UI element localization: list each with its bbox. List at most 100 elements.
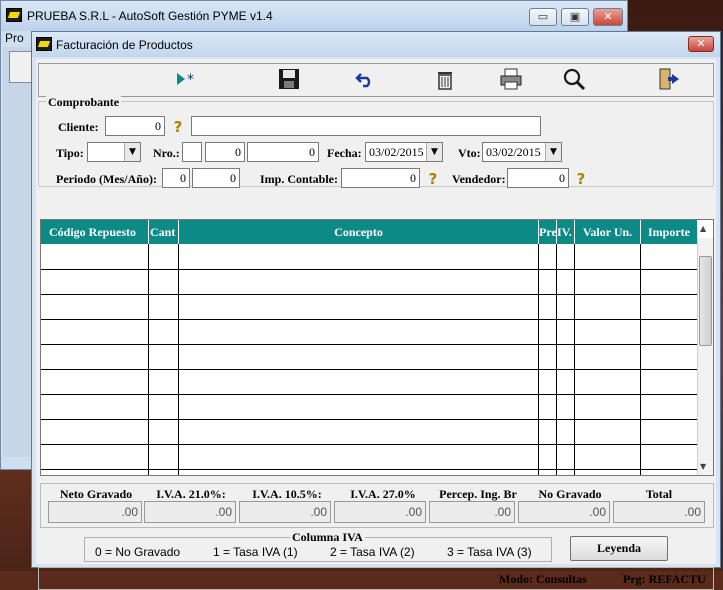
cliente-code-input[interactable]: 0 bbox=[105, 116, 165, 136]
chevron-down-icon[interactable]: ▼ bbox=[124, 143, 140, 161]
iva-item-0: 0 = No Gravado bbox=[95, 545, 181, 559]
col-divider bbox=[574, 244, 575, 475]
vto-value: 03/02/2015 bbox=[486, 145, 541, 159]
col-header-iv[interactable]: IV. bbox=[557, 220, 575, 244]
tipo-label: Tipo: bbox=[56, 146, 84, 160]
table-row[interactable] bbox=[41, 444, 698, 445]
table-row[interactable] bbox=[41, 319, 698, 320]
iva-105-value: .00 bbox=[239, 501, 331, 523]
imp-contable-help-icon[interactable]: ? bbox=[424, 168, 442, 188]
neto-gravado-value: .00 bbox=[48, 501, 142, 523]
app-logo-icon bbox=[6, 8, 22, 22]
col-divider bbox=[640, 244, 641, 475]
facturacion-window: Facturación de Productos ✕ * Comprobante… bbox=[31, 31, 721, 590]
fecha-select[interactable]: 03/02/2015 ▼ bbox=[365, 142, 443, 162]
col-divider bbox=[178, 244, 179, 475]
parent-menu-item[interactable]: Pro bbox=[5, 31, 24, 45]
col-header-valor-un[interactable]: Valor Un. bbox=[575, 220, 641, 244]
parent-tool-icon[interactable] bbox=[9, 51, 33, 83]
vto-label: Vto: bbox=[458, 146, 481, 160]
periodo-anio-input[interactable]: 0 bbox=[192, 168, 240, 188]
parent-title-bar: PRUEBA S.R.L - AutoSoft Gestión PYME v1.… bbox=[1, 1, 627, 31]
parent-sidebar bbox=[3, 47, 31, 457]
iva-27-label: I.V.A. 27.0% bbox=[350, 487, 416, 501]
status-modo: Modo: Consultas bbox=[499, 572, 587, 586]
table-row[interactable] bbox=[41, 344, 698, 345]
table-row[interactable] bbox=[41, 419, 698, 420]
parent-title: PRUEBA S.R.L - AutoSoft Gestión PYME v1.… bbox=[27, 9, 273, 23]
col-header-importe[interactable]: Importe bbox=[641, 220, 698, 244]
scroll-down-icon[interactable]: ▼ bbox=[700, 462, 706, 471]
total-value: .00 bbox=[613, 501, 705, 523]
iva-item-3: 3 = Tasa IVA (3) bbox=[447, 545, 532, 559]
col-header-pre[interactable]: Pre bbox=[539, 220, 557, 244]
nro-letter-input[interactable] bbox=[182, 142, 202, 162]
imp-contable-label: Imp. Contable: bbox=[260, 172, 339, 186]
save-icon[interactable] bbox=[275, 67, 303, 93]
nro-pv-input[interactable]: 0 bbox=[205, 142, 245, 162]
fecha-label: Fecha: bbox=[327, 146, 362, 160]
minimize-button[interactable]: ▭ bbox=[529, 8, 557, 26]
exit-icon[interactable] bbox=[655, 67, 683, 93]
table-row[interactable] bbox=[41, 394, 698, 395]
col-header-cant[interactable]: Cant bbox=[149, 220, 179, 244]
iva-21-value: .00 bbox=[144, 501, 236, 523]
nro-label: Nro.: bbox=[153, 146, 180, 160]
delete-icon[interactable] bbox=[431, 67, 459, 93]
restore-button[interactable]: ▣ bbox=[561, 8, 589, 26]
leyenda-button[interactable]: Leyenda bbox=[570, 536, 668, 561]
new-icon[interactable]: * bbox=[173, 67, 201, 93]
items-grid[interactable]: Código Repuesto Cant Concepto Pre IV. Va… bbox=[40, 219, 714, 476]
iva-item-1: 1 = Tasa IVA (1) bbox=[213, 545, 298, 559]
col-header-concepto[interactable]: Concepto bbox=[179, 220, 539, 244]
iva-21-label: I.V.A. 21.0%: bbox=[156, 487, 226, 501]
cliente-help-icon[interactable]: ? bbox=[169, 116, 187, 136]
table-row[interactable] bbox=[41, 469, 698, 470]
parent-close-button[interactable]: ✕ bbox=[593, 8, 623, 26]
col-divider bbox=[148, 244, 149, 475]
status-bar: Modo: Consultas Prg: REFACTU bbox=[38, 567, 714, 590]
no-gravado-value: .00 bbox=[518, 501, 610, 523]
scroll-thumb[interactable] bbox=[699, 256, 712, 346]
window-title-bar: Facturación de Productos ✕ bbox=[32, 32, 720, 57]
col-divider bbox=[556, 244, 557, 475]
imp-contable-input[interactable]: 0 bbox=[341, 168, 420, 188]
comprobante-legend: Comprobante bbox=[46, 95, 122, 110]
iva-105-label: I.V.A. 10.5%: bbox=[252, 487, 322, 501]
periodo-mes-input[interactable]: 0 bbox=[162, 168, 190, 188]
fecha-value: 03/02/2015 bbox=[369, 145, 424, 159]
iva-27-value: .00 bbox=[334, 501, 426, 523]
periodo-label: Periodo (Mes/Año): bbox=[56, 172, 157, 186]
table-row[interactable] bbox=[41, 369, 698, 370]
percep-label: Percep. Ing. Br bbox=[439, 487, 517, 501]
columna-iva-legend: Columna IVA bbox=[290, 530, 365, 545]
window-title: Facturación de Productos bbox=[56, 38, 193, 52]
vendedor-label: Vendedor: bbox=[452, 172, 506, 186]
window-logo-icon bbox=[36, 37, 52, 51]
col-header-codigo[interactable]: Código Repuesto bbox=[41, 220, 149, 244]
table-row[interactable] bbox=[41, 294, 698, 295]
vendedor-help-icon[interactable]: ? bbox=[572, 168, 590, 188]
chevron-down-icon[interactable]: ▼ bbox=[545, 143, 561, 161]
window-close-button[interactable]: ✕ bbox=[688, 36, 714, 52]
neto-gravado-label: Neto Gravado bbox=[59, 487, 133, 501]
search-icon[interactable] bbox=[561, 67, 589, 93]
table-row[interactable] bbox=[41, 269, 698, 270]
toolbar: * bbox=[38, 63, 714, 97]
nro-number-input[interactable]: 0 bbox=[247, 142, 319, 162]
cliente-label: Cliente: bbox=[58, 120, 99, 134]
chevron-down-icon[interactable]: ▼ bbox=[426, 143, 442, 161]
vendedor-input[interactable]: 0 bbox=[507, 168, 569, 188]
no-gravado-label: No Gravado bbox=[538, 487, 602, 501]
col-divider bbox=[538, 244, 539, 475]
undo-icon[interactable] bbox=[351, 67, 379, 93]
svg-text:*: * bbox=[187, 72, 194, 88]
vto-select[interactable]: 03/02/2015 ▼ bbox=[482, 142, 562, 162]
percep-value: .00 bbox=[429, 501, 515, 523]
grid-scrollbar[interactable]: ▲ ▼ bbox=[697, 224, 713, 475]
scroll-up-icon[interactable]: ▲ bbox=[700, 224, 706, 233]
cliente-name-input[interactable] bbox=[191, 116, 541, 136]
status-prg: Prg: REFACTU bbox=[623, 572, 706, 586]
print-icon[interactable] bbox=[497, 67, 525, 93]
tipo-select[interactable]: ▼ bbox=[87, 142, 141, 162]
